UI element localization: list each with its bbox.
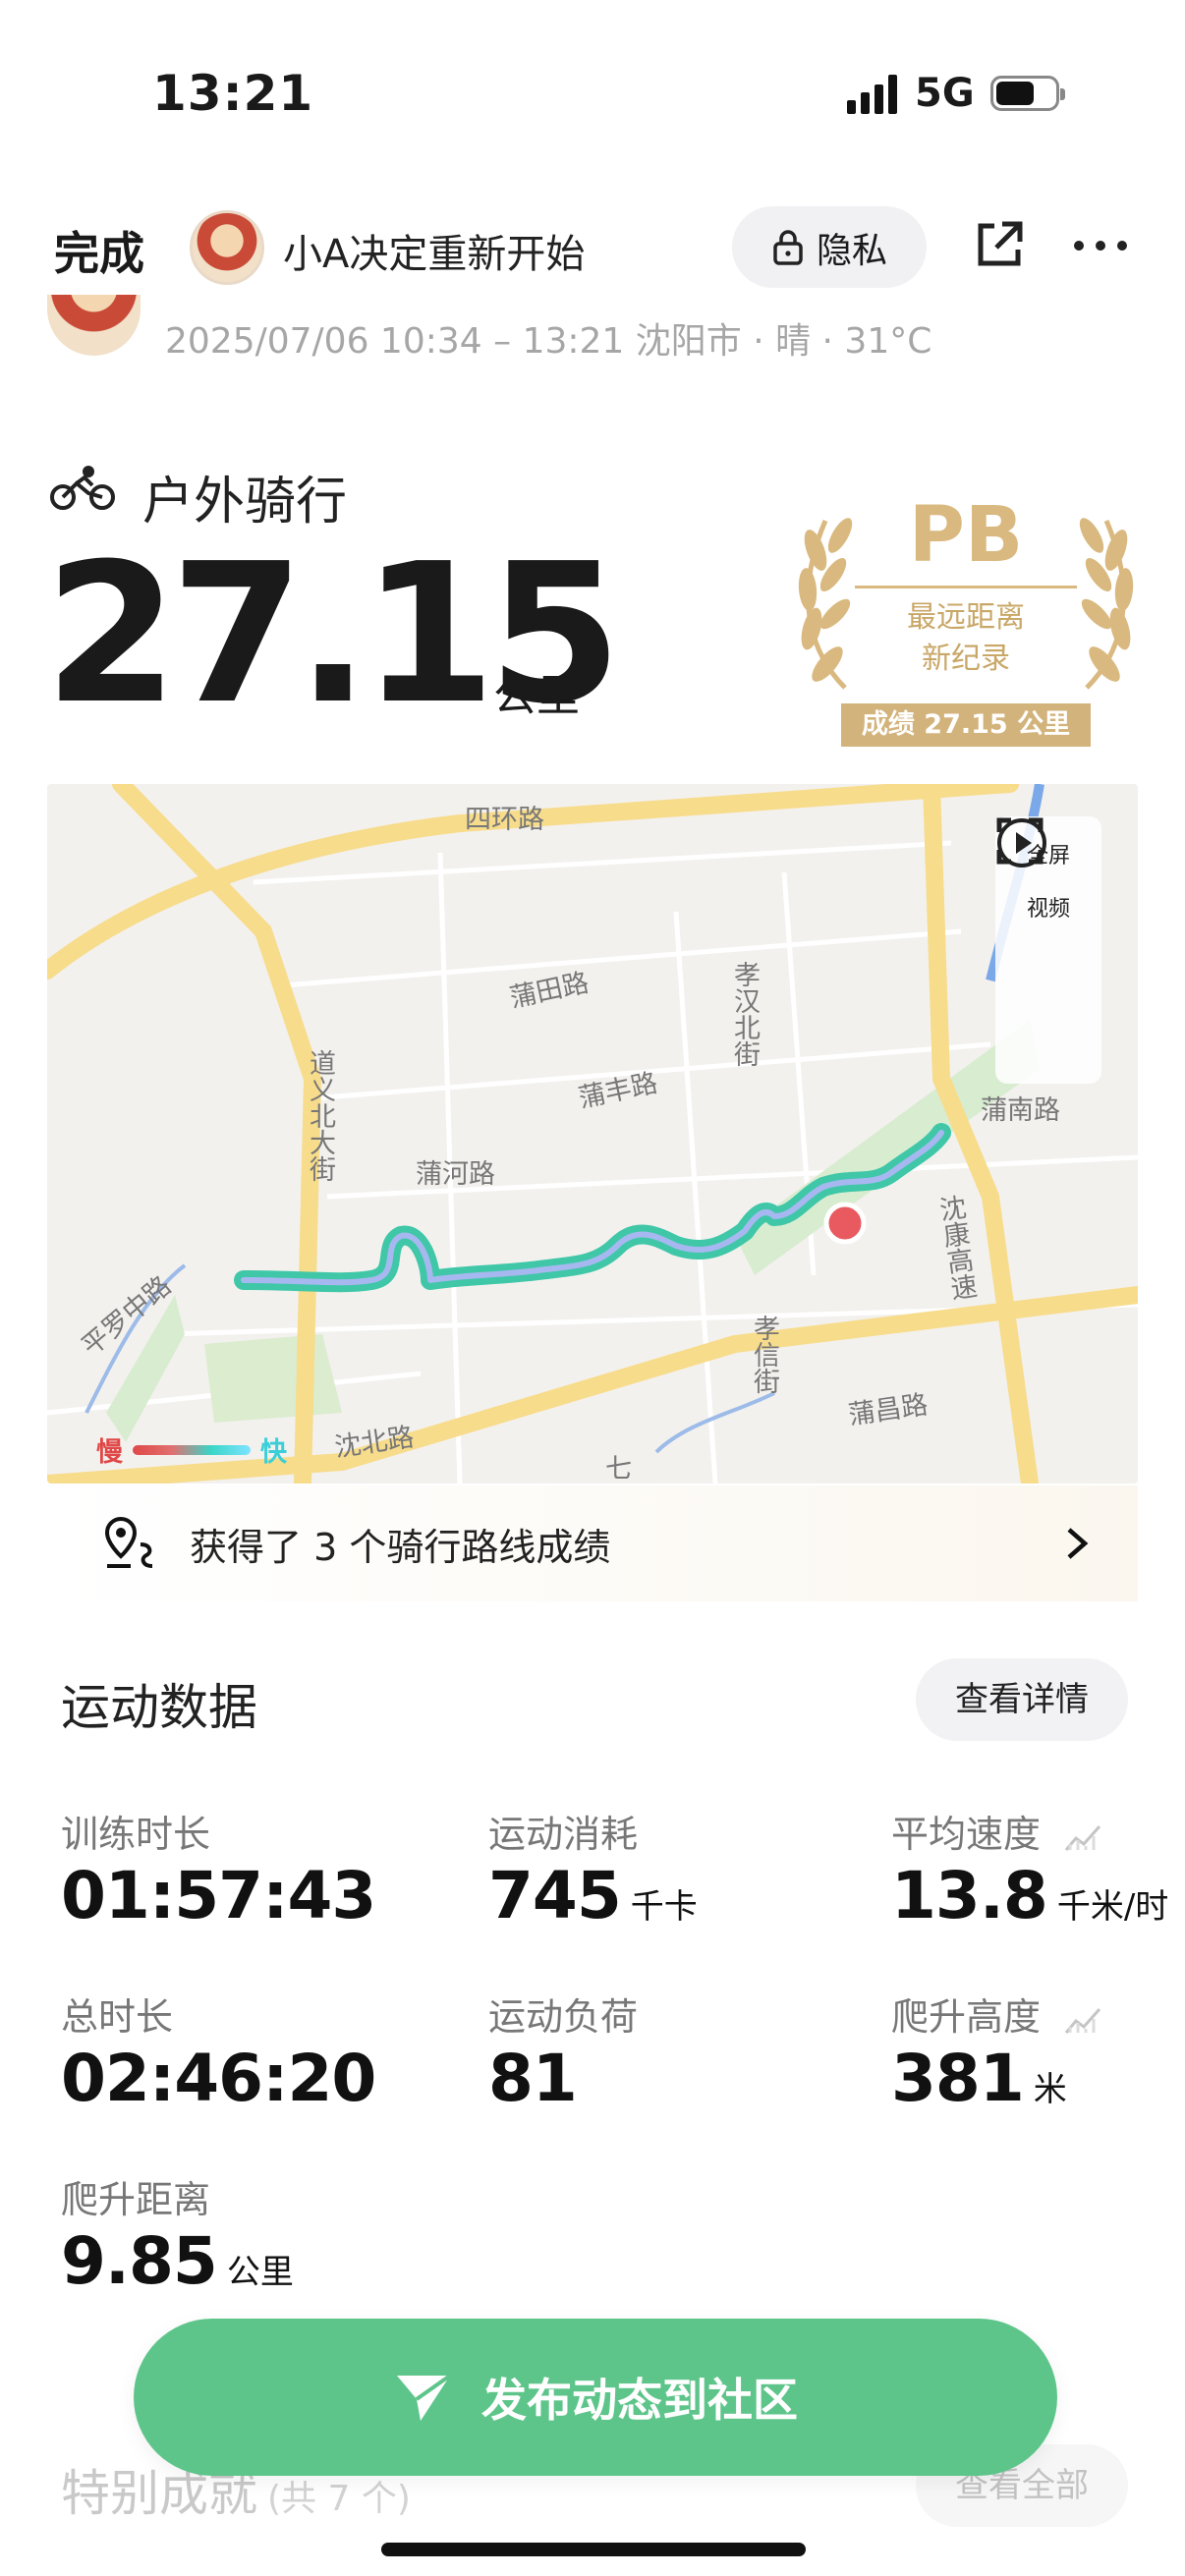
road-label: 七 [605,1454,632,1484]
route-map[interactable]: 四环路 蒲田路 孝汉北街 蒲丰路 道义北大街 蒲河路 蒲南路 沈康高速 平罗中路… [47,784,1138,1484]
speed-legend: 慢 快 [96,1430,287,1469]
done-button[interactable]: 完成 [54,218,144,283]
share-icon[interactable] [973,218,1026,275]
stat-avg-speed[interactable]: 平均速度 13.8 千米/时 [891,1804,1168,1933]
stats-title: 运动数据 [61,1679,257,1736]
pb-subtitle: 最远距离 新纪录 [786,597,1146,680]
signal-icon [847,73,897,114]
road-label: 蒲南路 [981,1095,1060,1126]
avatar[interactable] [190,210,264,285]
road-label: 道义北大街 [305,1049,335,1182]
stat-training-load: 运动负荷 81 [488,1987,638,2116]
map-controls: 全屏 视频 [995,816,1101,1084]
lock-icon [773,229,803,265]
play-icon [997,818,1046,868]
stat-value: 02:46:20 [61,2041,376,2116]
special-count: (共 7 个) [267,2479,411,2519]
stat-unit: 千卡 [630,1887,698,1927]
pb-line2: 新纪录 [922,642,1010,676]
stat-training-time: 训练时长 01:57:43 [61,1804,376,1933]
stat-label: 运动负荷 [488,1995,639,2039]
video-button[interactable]: 视频 [995,818,1101,923]
speed-slow-label: 慢 [96,1437,123,1468]
map-canvas [47,784,1138,1484]
trend-chart-icon [1064,1824,1101,1851]
view-details-button[interactable]: 查看详情 [916,1658,1128,1741]
stat-calories: 运动消耗 745 千卡 [488,1804,698,1933]
privacy-button[interactable]: 隐私 [732,206,927,288]
status-icons: 5G [847,71,1065,116]
publish-label: 发布动态到社区 [481,2374,798,2427]
road-label: 孝汉北街 [729,961,760,1067]
stat-value: 745 [488,1858,622,1933]
stat-unit: 公里 [226,2253,294,2292]
stat-value: 01:57:43 [61,1858,376,1933]
bicycle-icon [49,464,116,517]
chevron-right-icon [1067,1528,1089,1559]
route-pin-icon [104,1516,153,1568]
route-achievements-banner[interactable]: 获得了 3 个骑行路线成绩 [47,1485,1138,1601]
stat-unit: 千米/时 [1056,1887,1169,1927]
stat-label: 总时长 [61,1995,174,2039]
activity-meta: 2025/07/06 10:34 – 13:21 沈阳市 · 晴 · 31°C [165,321,932,362]
send-icon [397,2374,452,2421]
pb-badge[interactable]: PB 最远距离 新纪录 成绩 27.15 公里 [786,491,1146,756]
username[interactable]: 小A决定重新开始 [283,222,585,279]
pb-line1: 最远距离 [907,600,1025,635]
road-label: 四环路 [465,805,544,835]
road-label: 蒲河路 [416,1159,495,1190]
status-time: 13:21 [152,65,314,122]
network-label: 5G [915,71,975,116]
pb-divider [855,586,1077,588]
stat-value: 381 [891,2041,1025,2116]
stat-label: 平均速度 [891,1813,1042,1856]
stat-label: 爬升高度 [891,1995,1042,2039]
stat-total-time: 总时长 02:46:20 [61,1987,376,2116]
publish-to-community-button[interactable]: 发布动态到社区 [134,2319,1057,2476]
video-label: 视频 [1026,897,1070,922]
end-marker [823,1202,867,1245]
stat-label: 爬升距离 [61,2178,211,2221]
stat-label: 运动消耗 [488,1813,639,1856]
battery-icon [989,76,1065,111]
speed-gradient [133,1444,251,1455]
pb-score: 成绩 27.15 公里 [841,703,1091,747]
route-achievements-text: 获得了 3 个骑行路线成绩 [190,1525,611,1569]
stat-value: 13.8 [891,1858,1048,1933]
distance-unit: 公里 [493,671,580,721]
privacy-label: 隐私 [816,230,887,271]
stat-climb-distance: 爬升距离 9.85 公里 [61,2169,294,2299]
stat-unit: 米 [1033,2070,1067,2109]
stat-value: 9.85 [61,2223,218,2299]
stat-elevation-gain[interactable]: 爬升高度 381 米 [891,1987,1101,2116]
pb-title: PB [908,491,1024,580]
home-indicator[interactable] [381,2543,806,2556]
stat-label: 训练时长 [61,1813,211,1856]
road-label: 孝信街 [749,1315,779,1394]
speed-fast-label: 快 [260,1437,287,1468]
more-icon[interactable] [1074,241,1127,251]
stat-value: 81 [488,2041,578,2116]
trend-chart-icon [1064,2007,1101,2034]
avatar-partial [47,295,141,356]
